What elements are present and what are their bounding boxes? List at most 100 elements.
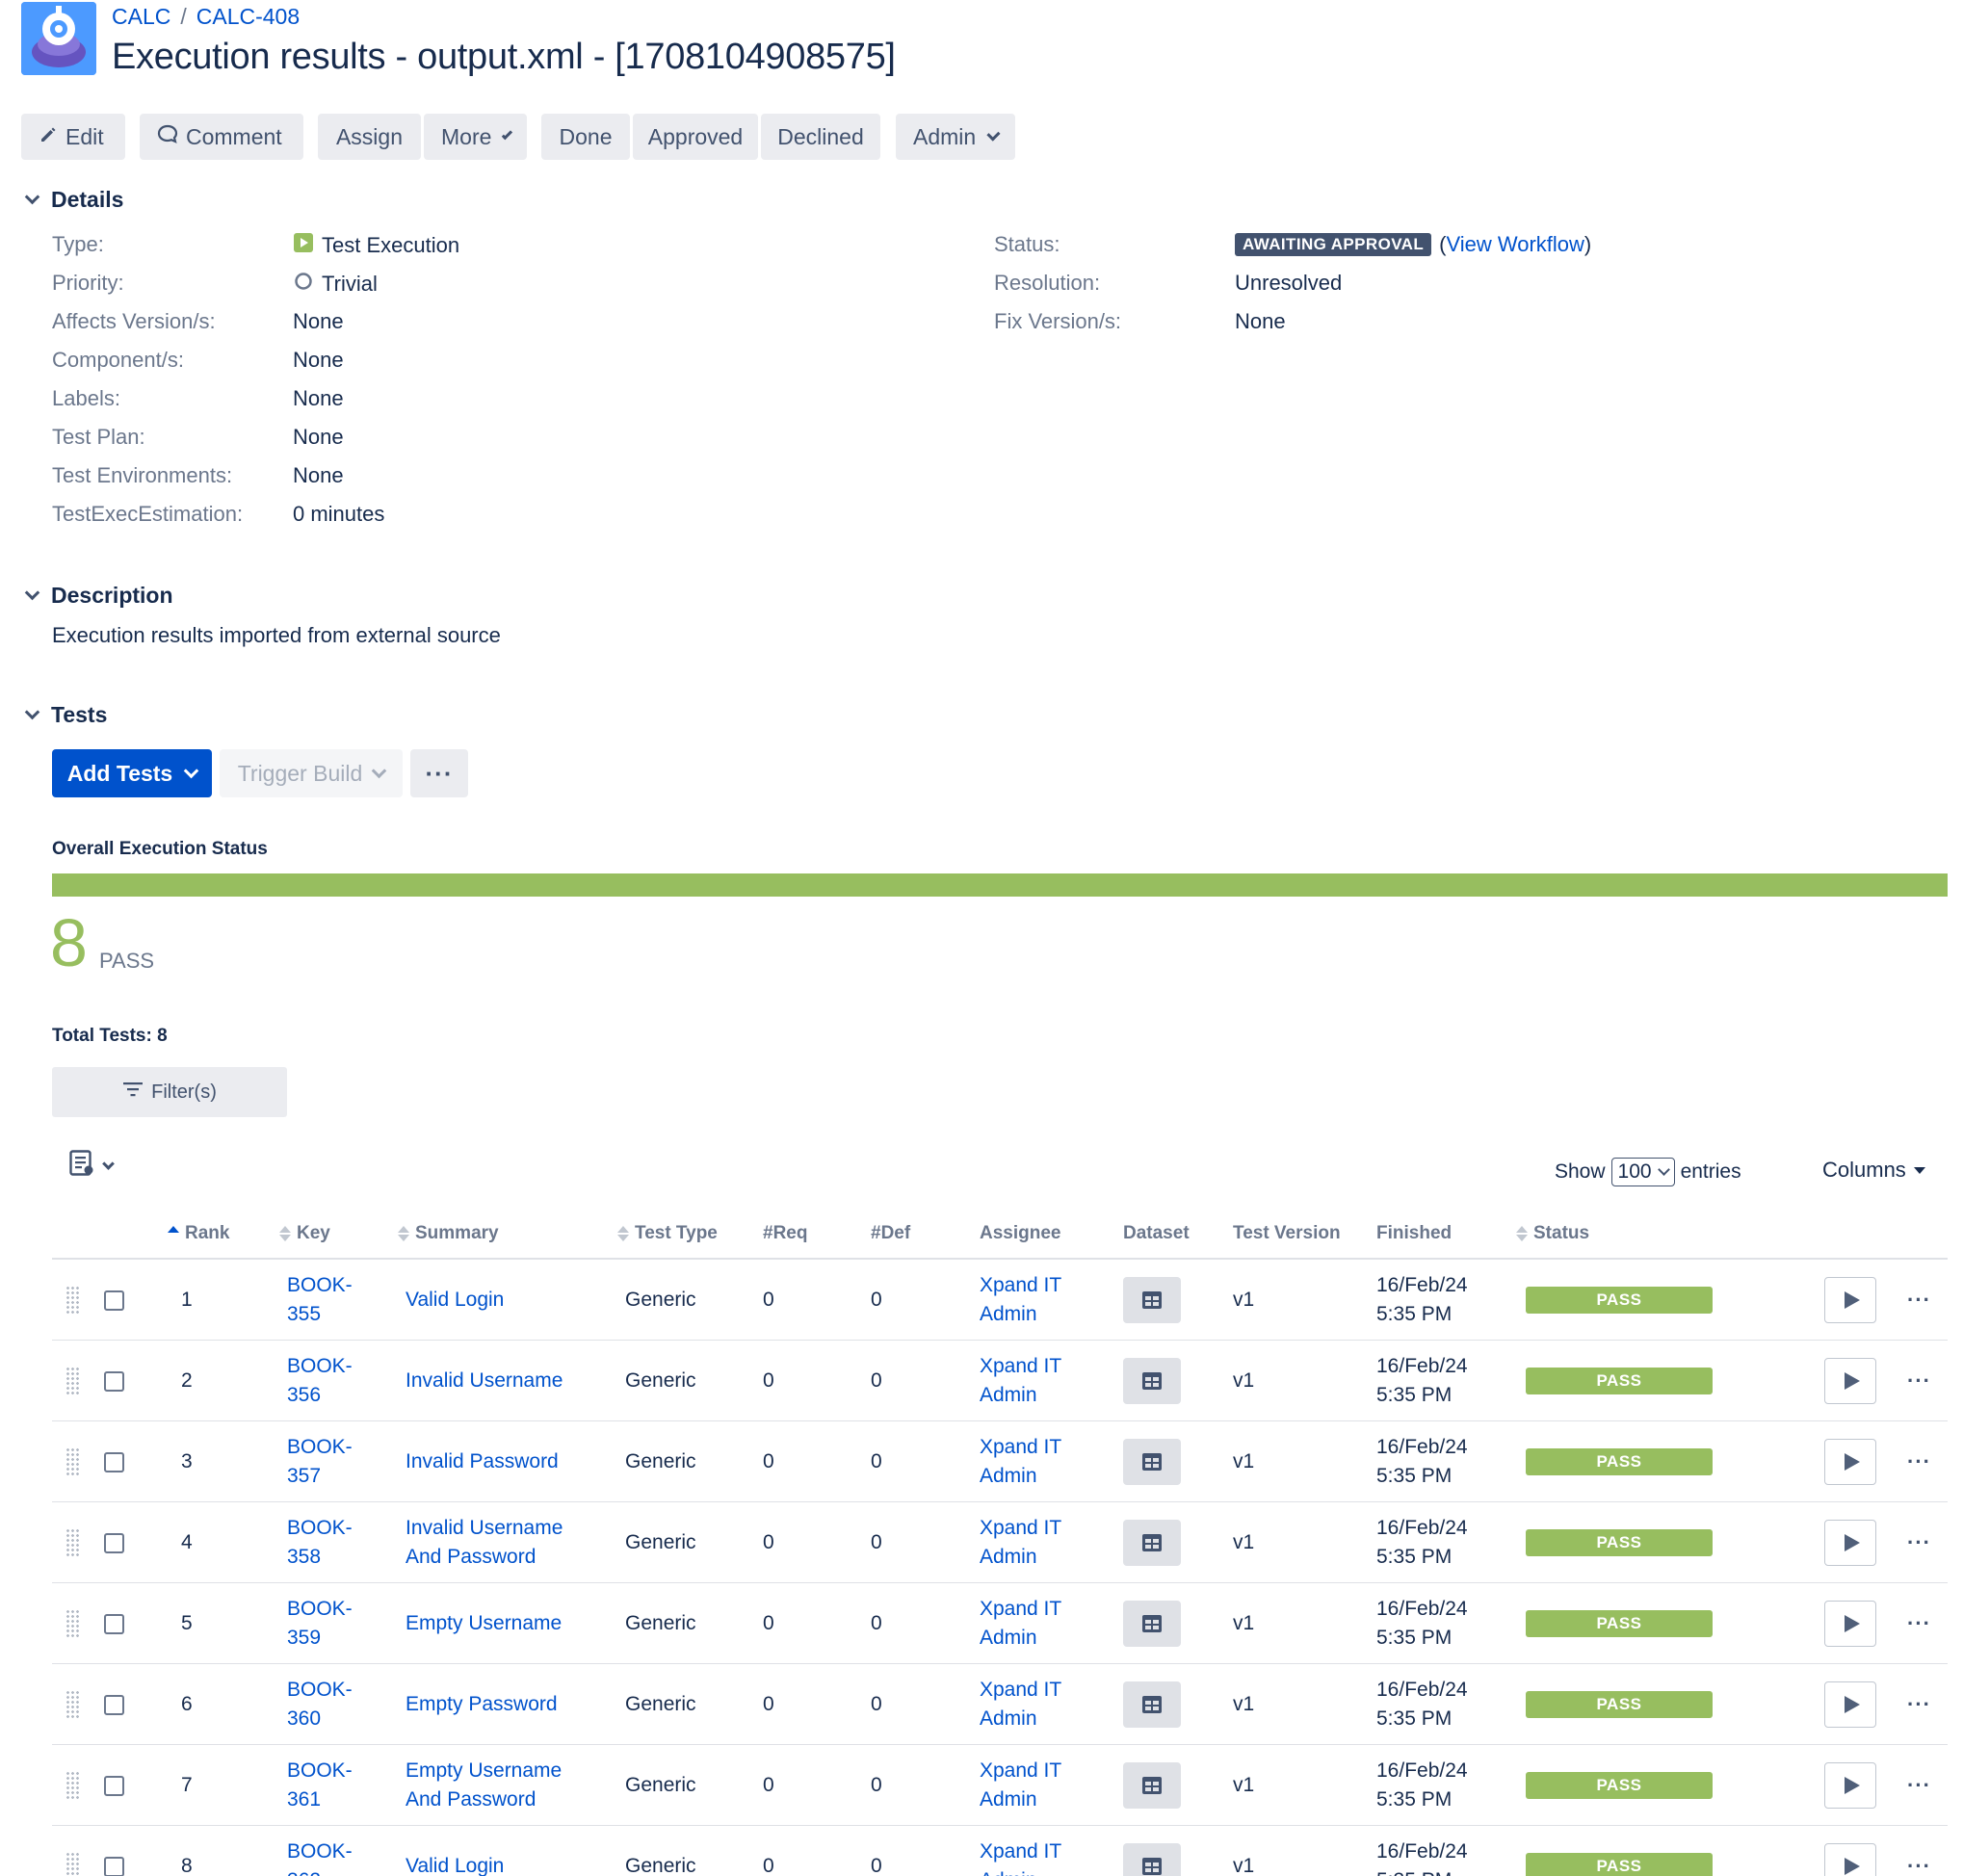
drag-handle-icon[interactable]: [65, 1609, 79, 1638]
column-header-test-type[interactable]: Test Type: [617, 1223, 718, 1244]
row-select-checkbox[interactable]: [104, 1341, 124, 1421]
row-select-checkbox[interactable]: [104, 1421, 124, 1502]
test-summary-link[interactable]: Invalid Username: [406, 1341, 598, 1421]
assign-button[interactable]: Assign: [318, 114, 421, 160]
columns-button[interactable]: Columns: [1822, 1158, 1925, 1183]
row-more-actions-icon[interactable]: ···: [1907, 1502, 1931, 1583]
run-test-button[interactable]: [1824, 1502, 1876, 1583]
dataset-button[interactable]: [1123, 1421, 1181, 1502]
details-section-toggle[interactable]: Details: [21, 187, 123, 213]
dataset-button[interactable]: [1123, 1260, 1181, 1341]
tests-section-toggle[interactable]: Tests: [21, 702, 107, 728]
test-summary-link[interactable]: Invalid Username And Password: [406, 1502, 598, 1583]
assignee-link[interactable]: Xpand IT Admin: [980, 1260, 1086, 1341]
play-icon: [1845, 1534, 1860, 1551]
drag-handle-icon[interactable]: [65, 1690, 79, 1719]
project-avatar-logo[interactable]: [21, 2, 96, 75]
run-test-button[interactable]: [1824, 1745, 1876, 1826]
row-select-checkbox[interactable]: [104, 1502, 124, 1583]
assignee-link[interactable]: Xpand IT Admin: [980, 1664, 1086, 1745]
description-section-toggle[interactable]: Description: [21, 583, 173, 609]
test-key-link[interactable]: BOOK-362: [287, 1826, 374, 1876]
breadcrumb-project-link[interactable]: CALC: [112, 4, 170, 30]
breadcrumb-issue-link[interactable]: CALC-408: [196, 4, 300, 30]
admin-menu-button[interactable]: Admin: [896, 114, 1015, 160]
row-select-checkbox[interactable]: [104, 1745, 124, 1826]
dataset-button[interactable]: [1123, 1664, 1181, 1745]
trigger-build-button[interactable]: Trigger Build: [220, 749, 403, 797]
drag-handle-icon[interactable]: [65, 1771, 79, 1800]
row-more-actions-icon[interactable]: ···: [1907, 1421, 1931, 1502]
column-header-rank[interactable]: Rank: [168, 1223, 229, 1244]
row-select-checkbox[interactable]: [104, 1664, 124, 1745]
assignee-link[interactable]: Xpand IT Admin: [980, 1502, 1086, 1583]
dataset-button[interactable]: [1123, 1745, 1181, 1826]
run-test-button[interactable]: [1824, 1260, 1876, 1341]
row-select-checkbox[interactable]: [104, 1583, 124, 1664]
drag-handle-icon[interactable]: [65, 1286, 79, 1315]
column-header-finished[interactable]: Finished: [1376, 1223, 1452, 1244]
drag-handle-icon[interactable]: [65, 1852, 79, 1876]
row-select-checkbox[interactable]: [104, 1826, 124, 1876]
row-select-checkbox[interactable]: [104, 1260, 124, 1341]
column-header-key[interactable]: Key: [279, 1223, 330, 1244]
declined-transition-button[interactable]: Declined: [761, 114, 880, 160]
page-size-select[interactable]: 100: [1610, 1158, 1675, 1186]
drag-handle-icon[interactable]: [65, 1447, 79, 1476]
comment-button[interactable]: Comment: [140, 114, 303, 160]
assignee-link[interactable]: Xpand IT Admin: [980, 1341, 1086, 1421]
column-header-summary[interactable]: Summary: [398, 1223, 499, 1244]
tests-more-actions-button[interactable]: ···: [410, 749, 468, 797]
test-key-link[interactable]: BOOK-355: [287, 1260, 374, 1341]
column-header-assignee[interactable]: Assignee: [980, 1223, 1060, 1244]
assignee-link[interactable]: Xpand IT Admin: [980, 1421, 1086, 1502]
view-workflow-link[interactable]: View Workflow: [1446, 232, 1583, 257]
page-size-control: Show 100 entries: [1555, 1158, 1741, 1186]
drag-handle-icon[interactable]: [65, 1367, 79, 1395]
row-more-actions-icon[interactable]: ···: [1907, 1826, 1931, 1876]
dataset-button[interactable]: [1123, 1502, 1181, 1583]
column-header-def[interactable]: #Def: [871, 1223, 910, 1244]
run-test-button[interactable]: [1824, 1664, 1876, 1745]
test-key-link[interactable]: BOOK-357: [287, 1421, 374, 1502]
run-test-button[interactable]: [1824, 1583, 1876, 1664]
row-more-actions-icon[interactable]: ···: [1907, 1583, 1931, 1664]
assignee-link[interactable]: Xpand IT Admin: [980, 1745, 1086, 1826]
run-test-button[interactable]: [1824, 1341, 1876, 1421]
run-test-button[interactable]: [1824, 1826, 1876, 1876]
req-count-cell: 0: [763, 1612, 774, 1634]
dataset-button[interactable]: [1123, 1583, 1181, 1664]
row-more-actions-icon[interactable]: ···: [1907, 1341, 1931, 1421]
table-view-options-button[interactable]: [69, 1150, 115, 1183]
column-header-dataset[interactable]: Dataset: [1123, 1223, 1190, 1244]
row-more-actions-icon[interactable]: ···: [1907, 1664, 1931, 1745]
test-summary-link[interactable]: Empty Password: [406, 1664, 598, 1745]
test-key-link[interactable]: BOOK-360: [287, 1664, 374, 1745]
test-key-link[interactable]: BOOK-361: [287, 1745, 374, 1826]
test-key-link[interactable]: BOOK-359: [287, 1583, 374, 1664]
test-summary-link[interactable]: Empty Username: [406, 1583, 598, 1664]
run-test-button[interactable]: [1824, 1421, 1876, 1502]
row-more-actions-icon[interactable]: ···: [1907, 1745, 1931, 1826]
more-menu-button[interactable]: More: [424, 114, 527, 160]
test-summary-link[interactable]: Invalid Password: [406, 1421, 598, 1502]
row-more-actions-icon[interactable]: ···: [1907, 1260, 1931, 1341]
assignee-link[interactable]: Xpand IT Admin: [980, 1826, 1086, 1876]
filters-button[interactable]: Filter(s): [52, 1067, 287, 1117]
approved-transition-button[interactable]: Approved: [633, 114, 758, 160]
test-summary-link[interactable]: Valid Login: [406, 1260, 598, 1341]
column-header-test-version[interactable]: Test Version: [1233, 1223, 1341, 1244]
dataset-button[interactable]: [1123, 1341, 1181, 1421]
test-key-link[interactable]: BOOK-358: [287, 1502, 374, 1583]
dataset-button[interactable]: [1123, 1826, 1181, 1876]
add-tests-button[interactable]: Add Tests: [52, 749, 212, 797]
drag-handle-icon[interactable]: [65, 1528, 79, 1557]
column-header-status[interactable]: Status: [1516, 1223, 1589, 1244]
assignee-link[interactable]: Xpand IT Admin: [980, 1583, 1086, 1664]
edit-button[interactable]: Edit: [21, 114, 125, 160]
test-key-link[interactable]: BOOK-356: [287, 1341, 374, 1421]
test-summary-link[interactable]: Valid Login: [406, 1826, 598, 1876]
test-summary-link[interactable]: Empty Username And Password: [406, 1745, 598, 1826]
done-transition-button[interactable]: Done: [541, 114, 630, 160]
column-header-req[interactable]: #Req: [763, 1223, 807, 1244]
